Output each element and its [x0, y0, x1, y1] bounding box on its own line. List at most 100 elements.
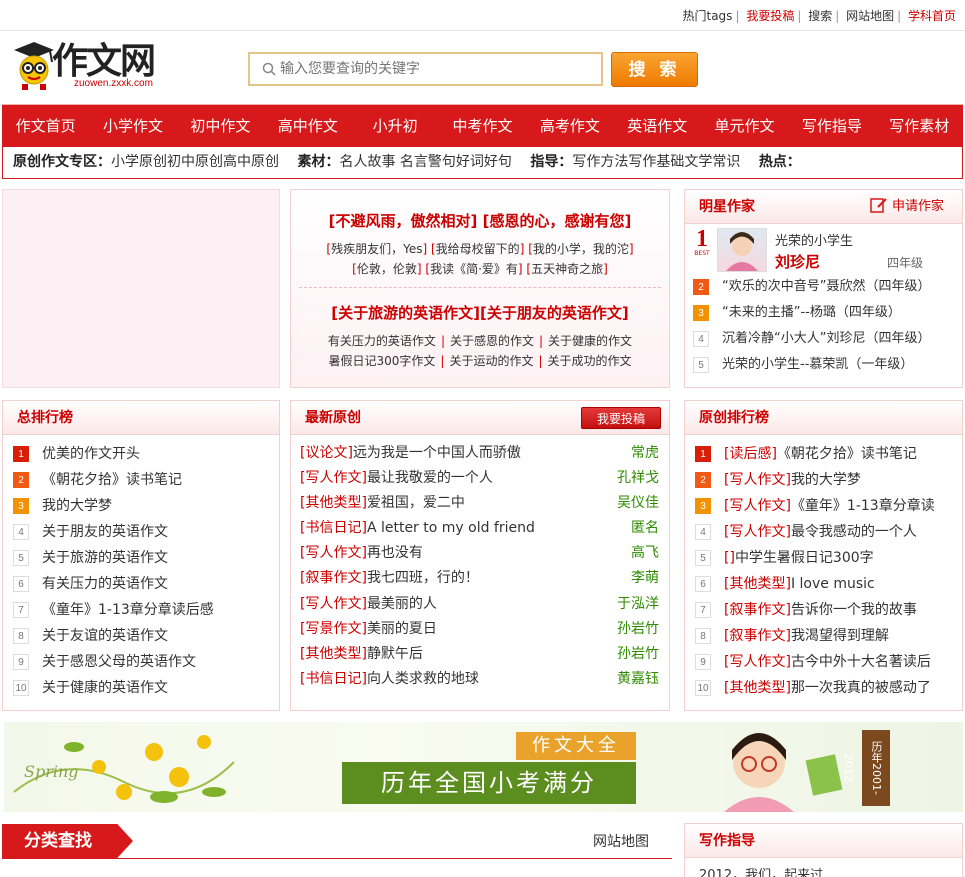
list-item[interactable]: 4 [写人作文] 最令我感动的一个人 — [695, 519, 962, 545]
category-search-tab[interactable]: 分类查找 — [2, 824, 133, 858]
feature-link[interactable]: 我的小学，我的沱 — [533, 242, 629, 256]
nav-item-senior[interactable]: 高中作文 — [264, 105, 351, 147]
list-item[interactable]: [写景作文] 美丽的夏日 孙岩竹 — [300, 617, 659, 642]
feature-link[interactable]: 关于健康的作文 — [548, 334, 632, 348]
top-link-tags[interactable]: 热门tags — [680, 9, 736, 23]
nav-item-xiaoshengchu[interactable]: 小升初 — [351, 105, 438, 147]
list-item[interactable]: [其他类型] 静默午后 孙岩竹 — [300, 642, 659, 667]
list-item[interactable]: 3 [写人作文] 《童年》1-13章分章读 — [695, 493, 962, 519]
subnav-link[interactable]: 写作基础 — [628, 154, 684, 170]
feature-link[interactable]: 关于运动的作文 — [449, 354, 533, 368]
list-item[interactable]: [其他类型] 爱祖国，爱二中 吴仪佳 — [300, 491, 659, 516]
search-input[interactable] — [280, 54, 598, 84]
rank-number: 4 — [693, 331, 709, 347]
list-item[interactable]: 7 《童年》1-13章分章读后感 — [13, 597, 279, 623]
list-item[interactable]: 5 [] 中学生暑假日记300字 — [695, 545, 962, 571]
nav-item-junior[interactable]: 初中作文 — [177, 105, 264, 147]
list-item[interactable]: 7 [叙事作文] 告诉你一个我的故事 — [695, 597, 962, 623]
list-item[interactable]: [书信日记] 向人类求救的地球 黄嘉钰 — [300, 667, 659, 692]
list-item[interactable]: 5 关于旅游的英语作文 — [13, 545, 279, 571]
feature-link[interactable]: 关于感恩的作文 — [450, 334, 534, 348]
list-item[interactable]: 4 关于朋友的英语作文 — [13, 519, 279, 545]
latest-author: 高飞 — [631, 545, 659, 562]
nav-item-guide[interactable]: 写作指导 — [788, 105, 875, 147]
list-item[interactable]: 9 [写人作文] 古今中外十大名著读后 — [695, 649, 962, 675]
star-top-title[interactable]: 光荣的小学生 — [775, 230, 853, 249]
rank-item-title: 关于旅游的英语作文 — [42, 550, 168, 566]
star-top-name[interactable]: 刘珍尼 — [775, 251, 820, 272]
latest-title-text[interactable]: 我七四班，行的！ — [367, 566, 611, 591]
list-item[interactable]: [写人作文] 最美丽的人 于泓洋 — [300, 592, 659, 617]
apply-writer-link[interactable]: 申请作家 — [870, 190, 944, 224]
writing-guide-item[interactable]: 2012，我们，起来过 — [685, 858, 962, 877]
list-item[interactable]: 4 沉着冷静“小大人”刘珍尼（四年级） — [693, 326, 962, 352]
nav-item-primary[interactable]: 小学作文 — [89, 105, 176, 147]
subnav-link[interactable]: 名人故事 — [339, 154, 395, 170]
list-item[interactable]: 10 关于健康的英语作文 — [13, 675, 279, 701]
list-item[interactable]: [议论文] 远为我是一个中国人而骄傲 常虎 — [300, 441, 659, 466]
list-item[interactable]: 1 [读后感] 《朝花夕拾》读书笔记 — [695, 441, 962, 467]
subnav-link[interactable]: 好词好句 — [456, 154, 512, 170]
list-item[interactable]: [写人作文] 最让我敬爱的一个人 孔祥戈 — [300, 466, 659, 491]
list-item[interactable]: [写人作文] 再也没有 高飞 — [300, 541, 659, 566]
search-button[interactable]: 搜 索 — [611, 52, 698, 87]
list-item[interactable]: 6 有关压力的英语作文 — [13, 571, 279, 597]
list-item[interactable]: 10 [其他类型] 那一次我真的被感动了 — [695, 675, 962, 701]
list-item[interactable]: 6 [其他类型] I love music — [695, 571, 962, 597]
list-item[interactable]: 5 光荣的小学生--慕荣凯（一年级） — [693, 352, 962, 378]
subnav-link[interactable]: 小学原创 — [111, 154, 167, 170]
feature-link[interactable]: 有关压力的英语作文 — [328, 334, 436, 348]
nav-item-english[interactable]: 英语作文 — [614, 105, 701, 147]
submit-button[interactable]: 我要投稿 — [581, 407, 661, 429]
list-item[interactable]: 3 我的大学梦 — [13, 493, 279, 519]
subnav-link[interactable]: 名言警句 — [400, 154, 456, 170]
latest-title-text[interactable]: 静默午后 — [367, 642, 611, 667]
latest-title-text[interactable]: 美丽的夏日 — [367, 617, 611, 642]
list-item[interactable]: 3 “未来的主播”--杨璐（四年级） — [693, 300, 962, 326]
latest-title-text[interactable]: A letter to my old friend — [367, 516, 611, 541]
list-item[interactable]: 2 [写人作文] 我的大学梦 — [695, 467, 962, 493]
nav-item-material[interactable]: 写作素材 — [876, 105, 963, 147]
list-item[interactable]: [书信日记] A letter to my old friend 匿名 — [300, 516, 659, 541]
nav-item-home[interactable]: 作文首页 — [2, 105, 89, 147]
subnav-link[interactable]: 文学常识 — [684, 154, 740, 170]
list-item[interactable]: [叙事作文] 我七四班，行的！ 李萌 — [300, 566, 659, 591]
top-link-subject-home[interactable]: 学科首页 — [905, 9, 959, 23]
feature-link[interactable]: 我读《简·爱》有 — [430, 262, 518, 276]
latest-title-text[interactable]: 再也没有 — [367, 541, 611, 566]
feature-link[interactable]: 我给母校留下的 — [436, 242, 520, 256]
latest-title-text[interactable]: 爱祖国，爱二中 — [367, 491, 611, 516]
top-link-sitemap[interactable]: 网站地图 — [843, 9, 897, 23]
subnav-link[interactable]: 写作方法 — [572, 154, 628, 170]
latest-title-text[interactable]: 最让我敬爱的一个人 — [367, 466, 611, 491]
list-item[interactable]: 9 关于感恩父母的英语作文 — [13, 649, 279, 675]
nav-item-unit[interactable]: 单元作文 — [701, 105, 788, 147]
promo-banner[interactable]: Spring 作文大全 历年全国小考满分 历年2001-2012 — [4, 722, 963, 812]
sitemap-link[interactable]: 网站地图 — [593, 831, 649, 851]
latest-title-text[interactable]: 向人类求救的地球 — [367, 667, 611, 692]
latest-title-text[interactable]: 远为我是一个中国人而骄傲 — [353, 441, 611, 466]
latest-author: 常虎 — [631, 445, 659, 461]
feature-link[interactable]: 关于成功的作文 — [548, 354, 632, 368]
feature-link[interactable]: 暑假日记300字作文 — [328, 354, 435, 368]
list-item[interactable]: 1 优美的作文开头 — [13, 441, 279, 467]
star-top-writer[interactable]: 1 BEST 光荣的小学生 刘珍尼 四年级 — [685, 224, 962, 274]
latest-title-text[interactable]: 最美丽的人 — [367, 592, 611, 617]
subnav-link[interactable]: 初中原创 — [167, 154, 223, 170]
top-link-submit[interactable]: 我要投稿 — [743, 9, 797, 23]
list-item[interactable]: 2 《朝花夕拾》读书笔记 — [13, 467, 279, 493]
feature-link[interactable]: 五天神奇之旅 — [531, 262, 603, 276]
feature-link[interactable]: 伦敦，伦敦 — [357, 262, 417, 276]
feature-title-1[interactable]: [不避风雨，傲然相对] [感恩的心，感谢有您] — [291, 210, 669, 231]
top-link-search[interactable]: 搜索 — [805, 9, 835, 23]
list-item[interactable]: 2 “欢乐的次中音号”聂欣然（四年级） — [693, 274, 962, 300]
site-logo[interactable]: 作文网 zuowen.zxxk.com — [10, 40, 160, 92]
nav-item-zhongkao[interactable]: 中考作文 — [439, 105, 526, 147]
feature-link[interactable]: 残疾朋友们，Yes — [331, 242, 422, 256]
list-item[interactable]: 8 [叙事作文] 我渴望得到理解 — [695, 623, 962, 649]
subnav-link[interactable]: 高中原创 — [223, 154, 279, 170]
list-item[interactable]: 8 关于友谊的英语作文 — [13, 623, 279, 649]
nav-item-gaokao[interactable]: 高考作文 — [526, 105, 613, 147]
feature-title-2[interactable]: [关于旅游的英语作文][关于朋友的英语作文] — [291, 302, 669, 323]
latest-author: 于泓洋 — [617, 595, 659, 612]
